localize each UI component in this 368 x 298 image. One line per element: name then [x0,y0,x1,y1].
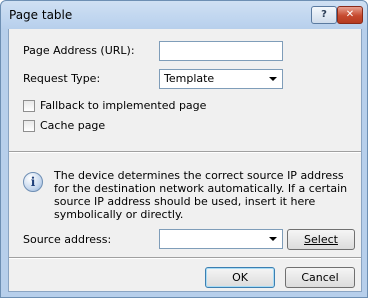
request-type-value: Template [164,72,215,85]
source-address-select[interactable] [159,229,283,249]
select-button-label: Select [304,233,338,246]
help-button[interactable]: ? [311,6,337,24]
info-icon: i [23,172,43,192]
cache-page-checkbox[interactable] [23,120,35,132]
cancel-button-label: Cancel [301,271,339,284]
request-type-label: Request Type: [23,72,101,85]
dialog-client-area: Page Address (URL): Request Type: Templa… [8,29,362,292]
request-type-select[interactable]: Template [159,69,283,89]
title-bar[interactable]: Page table ? ✕ [1,1,367,29]
cache-page-label: Cache page [40,119,106,132]
source-address-label: Source address: [23,233,112,246]
window-title: Page table [9,8,73,22]
chevron-down-icon [269,237,277,241]
fallback-checkbox[interactable] [23,100,35,112]
page-address-label: Page Address (URL): [23,44,135,57]
close-button[interactable]: ✕ [337,6,363,24]
page-address-input[interactable] [159,41,283,61]
separator [9,151,361,153]
fallback-label: Fallback to implemented page [40,99,207,112]
chevron-down-icon [269,77,277,81]
ok-button[interactable]: OK [205,267,275,288]
ok-button-label: OK [232,271,248,284]
separator [9,257,361,259]
select-button[interactable]: Select [287,229,355,250]
cancel-button[interactable]: Cancel [285,267,355,288]
question-mark-icon: ? [321,9,327,20]
dialog-window: Page table ? ✕ Page Address (URL): Reque… [0,0,368,298]
close-icon: ✕ [345,9,355,20]
info-text: The device determines the correct source… [54,169,348,221]
